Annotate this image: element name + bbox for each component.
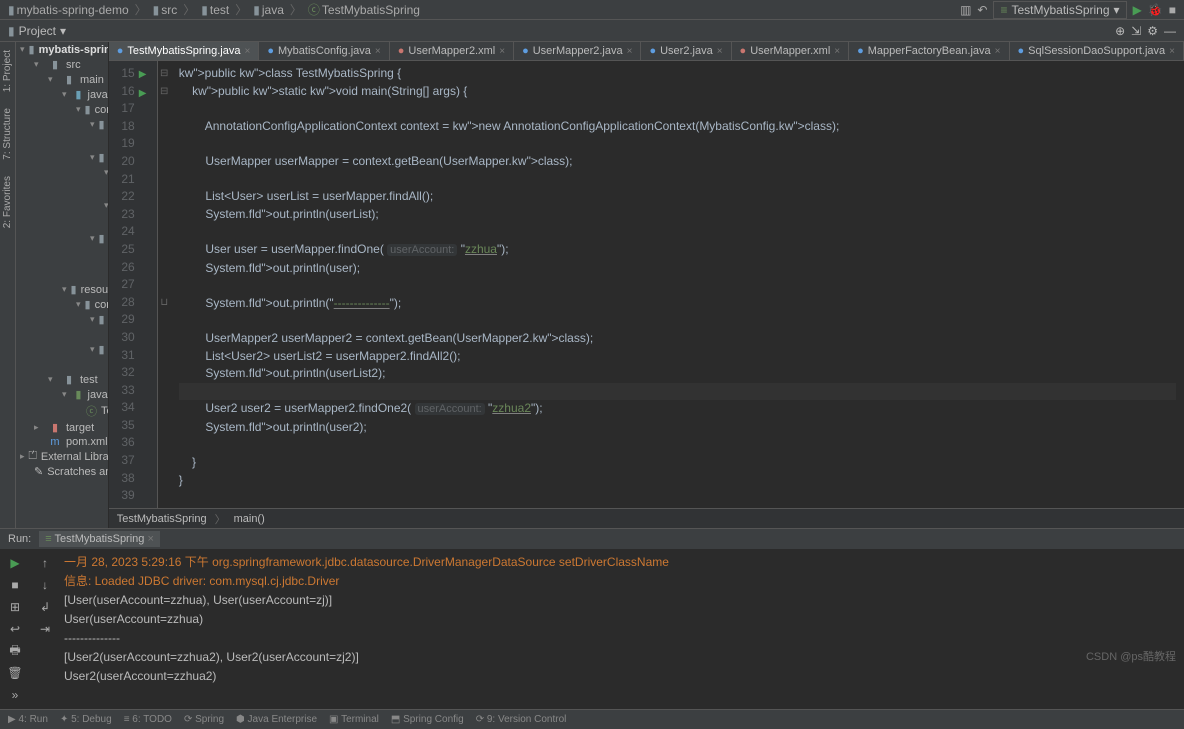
top-nav-bar: ▮ mybatis-spring-demo 〉 ▮ src 〉 ▮ test 〉… [0,0,1184,20]
breadcrumb-class[interactable]: ⓒ TestMybatisSpring [308,1,420,18]
editor-tab[interactable]: ●User2.java× [641,42,731,60]
status-item[interactable]: ⬢ Java Enterprise [236,714,317,725]
delete-icon[interactable]: 🗑 [7,665,23,681]
console-output[interactable]: 一月 28, 2023 5:29:16 下午 org.springframewo… [60,549,1184,709]
breadcrumb: ▮ mybatis-spring-demo 〉 ▮ src 〉 ▮ test 〉… [8,1,420,18]
scroll-down-icon[interactable]: ↓ [37,577,53,593]
status-item[interactable]: ✦ 5: Debug [60,714,112,725]
editor-tab[interactable]: ●UserMapper2.java× [514,42,641,60]
soft-wrap-icon[interactable]: ↲ [37,599,53,615]
layout-icon[interactable]: ⊞ [7,599,23,615]
run-tab[interactable]: ≡ TestMybatisSpring × [39,531,160,547]
target-icon[interactable]: ⊕ [1115,24,1125,38]
status-item[interactable]: ▣ Terminal [329,714,379,725]
breadcrumb-src[interactable]: ▮ src [153,3,178,17]
more-icon[interactable]: » [7,687,23,703]
breadcrumb-root[interactable]: ▮ mybatis-spring-demo [8,3,129,17]
close-icon[interactable]: × [627,46,633,57]
tab-favorites[interactable]: 2: Favorites [0,168,15,236]
left-tool-tabs: 1: Project 7: Structure 2: Favorites [0,42,16,528]
status-item[interactable]: ≡ 6: TODO [124,714,172,725]
collapse-icon[interactable]: ⇲ [1131,24,1141,38]
editor-tab[interactable]: ●MapperFactoryBean.java× [849,42,1009,60]
run-icon[interactable]: ▶ [1133,3,1142,17]
status-item[interactable]: ⟳ 9: Version Control [476,714,567,725]
project-toolbar: ▮ Project ▾ ⊕ ⇲ ⚙ — [0,20,1184,42]
line-numbers: 15 16 17 18 19 20 21 22 23 24 25 26 27 2… [109,61,139,508]
status-item[interactable]: ⟳ Spring [184,714,224,725]
run-label: Run: [8,533,31,545]
watermark: CSDN @ps酷教程 [1086,648,1176,664]
close-icon[interactable]: × [1169,46,1175,57]
debug-icon[interactable]: 🐞 [1148,3,1163,17]
close-icon[interactable]: × [834,46,840,57]
run-gutter[interactable]: ▶ ▶ [139,61,157,508]
code-content[interactable]: kw">public kw">class TestMybatisSpring {… [171,61,1184,508]
run-config-selector[interactable]: ≡ TestMybatisSpring ▾ [993,1,1126,19]
close-icon[interactable]: × [499,46,505,57]
tab-structure[interactable]: 7: Structure [0,100,15,168]
close-icon[interactable]: × [995,46,1001,57]
layout-icon[interactable]: ▥ [960,3,971,17]
tab-project[interactable]: 1: Project [0,42,15,100]
fold-column[interactable]: ⊟ ⊟ ⊔ [157,61,171,508]
chevron-down-icon: ▾ [1114,3,1120,17]
status-item[interactable]: ▶ 4: Run [8,714,48,725]
editor-tabs: ●TestMybatisSpring.java×●MybatisConfig.j… [109,42,1184,61]
run-left-toolbar: ▶ ■ ⊞ ↩ 🖶 🗑 » [0,549,30,709]
scroll-up-icon[interactable]: ↑ [37,555,53,571]
close-icon[interactable]: × [375,46,381,57]
hide-icon[interactable]: — [1164,24,1176,38]
editor-tab[interactable]: ●UserMapper.xml× [732,42,850,60]
breadcrumb-test[interactable]: ▮ test [201,3,229,17]
stop-run-icon[interactable]: ■ [7,577,23,593]
print-icon[interactable]: 🖶 [7,643,23,659]
project-tree[interactable]: ▾▮mybatis-spring-demo D:\projects\mybati… [16,42,109,528]
nav-back-icon[interactable]: ↶ [977,3,987,17]
editor-tab[interactable]: ●UserMapper2.xml× [390,42,514,60]
status-item[interactable]: ⬒ Spring Config [391,714,464,725]
status-bar: ▶ 4: Run ✦ 5: Debug ≡ 6: TODO ⟳ Spring ⬢ Jav… [0,709,1184,729]
project-view-selector[interactable]: ▮ Project ▾ [8,24,66,38]
breadcrumb-java[interactable]: ▮ java [253,3,284,17]
editor-tab[interactable]: ●MybatisConfig.java× [259,42,389,60]
editor-tab[interactable]: ●TestMybatisSpring.java× [109,42,260,60]
wrap-icon[interactable]: ↩ [7,621,23,637]
close-icon[interactable]: × [244,46,250,57]
close-icon[interactable]: × [717,46,723,57]
stop-icon[interactable]: ■ [1169,3,1176,17]
rerun-icon[interactable]: ▶ [7,555,23,571]
gear-icon[interactable]: ⚙ [1147,24,1158,38]
code-editor[interactable]: 15 16 17 18 19 20 21 22 23 24 25 26 27 2… [109,61,1184,508]
editor-area: ●TestMybatisSpring.java×●MybatisConfig.j… [109,42,1184,528]
editor-tab[interactable]: ●SqlSessionDaoSupport.java× [1010,42,1184,60]
editor-breadcrumb[interactable]: TestMybatisSpring〉main() [109,508,1184,528]
scroll-end-icon[interactable]: ⇥ [37,621,53,637]
